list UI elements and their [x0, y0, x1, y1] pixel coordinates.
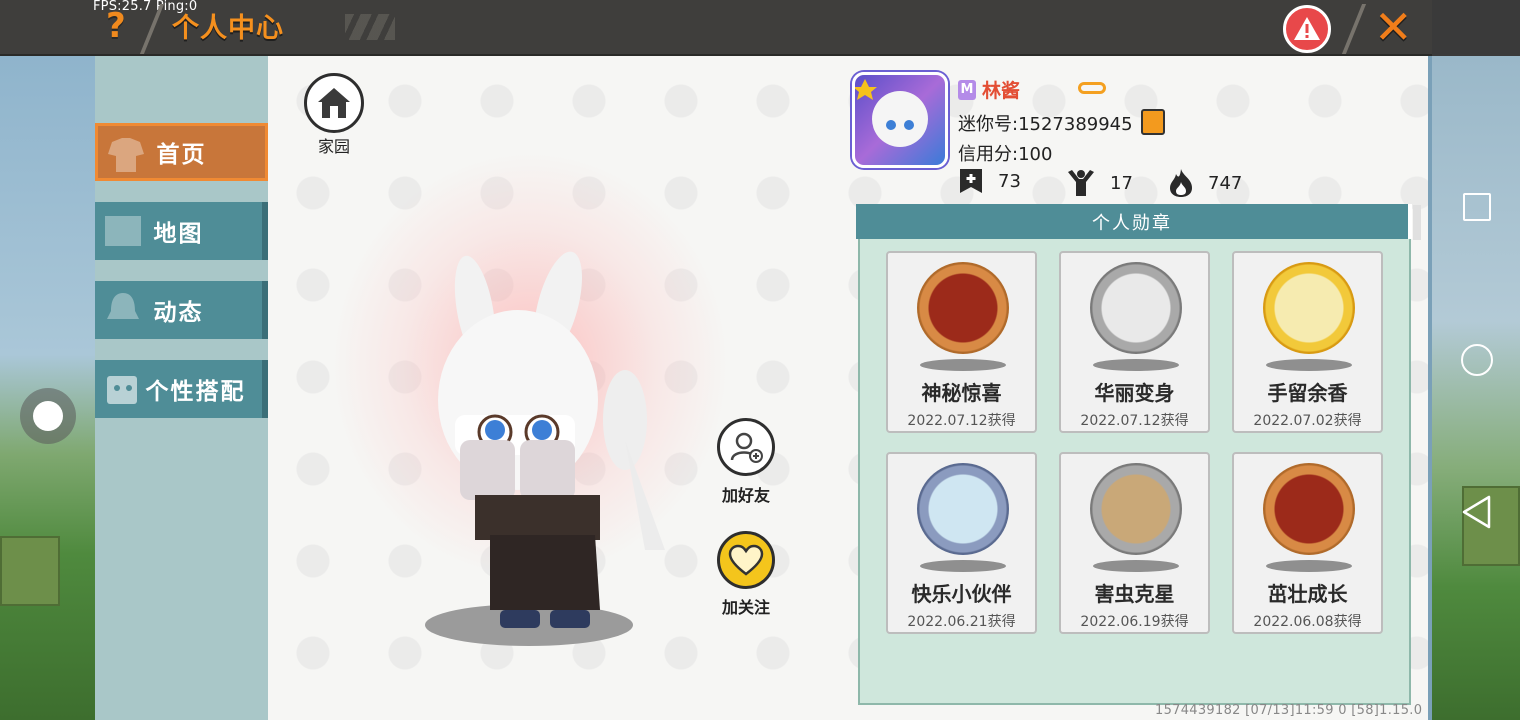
cheer-person-icon	[1068, 170, 1094, 196]
profile-name-row: M 林酱	[958, 76, 1020, 103]
medal-date: 2022.07.02获得	[1253, 413, 1362, 429]
decorative-stripes	[345, 14, 395, 40]
medal-date: 2022.06.21获得	[907, 614, 1016, 630]
top-bar-extension	[1432, 0, 1520, 56]
sidebar-item-label: 首页	[156, 142, 207, 168]
back-nav-button[interactable]	[1461, 495, 1493, 529]
sidebar-item-label: 动态	[153, 300, 204, 326]
medal-pedestal	[1266, 560, 1352, 572]
help-button[interactable]: ?	[106, 6, 126, 46]
medal-card[interactable]: 手留余香 2022.07.02获得	[1232, 251, 1383, 433]
outfit-icon	[107, 376, 137, 404]
homeland-label: 家园	[317, 137, 350, 156]
friends-medal-icon	[917, 463, 1009, 555]
game-scene-right	[1432, 56, 1520, 720]
page-title: 个人中心	[172, 13, 284, 44]
add-person-icon	[730, 432, 763, 463]
sidebar-item-home[interactable]: 首页	[95, 123, 268, 181]
stat-value: 73	[998, 170, 1021, 192]
profile-avatar[interactable]	[852, 72, 948, 168]
profile-name: 林酱	[982, 80, 1021, 102]
bookmark-plus-icon	[960, 169, 982, 193]
scrollbar[interactable]	[1413, 205, 1421, 240]
medal-pedestal	[920, 560, 1006, 572]
map-icon	[105, 216, 141, 246]
medal-card[interactable]: 害虫克星 2022.06.19获得	[1059, 452, 1210, 634]
report-button[interactable]	[1283, 5, 1331, 53]
medal-name: 茁壮成长	[1267, 582, 1348, 606]
follow-button[interactable]	[717, 531, 775, 589]
house-icon	[318, 88, 350, 118]
medal-name: 华丽变身	[1094, 381, 1175, 405]
mask-icon	[1078, 82, 1106, 94]
stat-likes: 17	[1066, 168, 1133, 198]
medal-name: 神秘惊喜	[921, 381, 1002, 405]
copy-id-button[interactable]	[1141, 109, 1165, 135]
sidebar-item-outfit[interactable]: 个性搭配	[95, 360, 268, 418]
warning-icon	[1294, 17, 1320, 40]
follow-label: 加关注	[721, 598, 770, 617]
sidebar-item-label: 地图	[153, 221, 204, 247]
stat-value: 17	[1110, 172, 1133, 194]
stat-value: 747	[1208, 172, 1243, 194]
medal-name: 害虫克星	[1094, 582, 1175, 606]
medal-card[interactable]: 华丽变身 2022.07.12获得	[1059, 251, 1210, 433]
medal-date: 2022.06.08获得	[1253, 614, 1362, 630]
bell-icon	[107, 293, 139, 319]
add-friend-button[interactable]	[717, 418, 775, 476]
medal-panel-title: 个人勋章	[856, 204, 1412, 239]
homeland-button[interactable]	[304, 73, 364, 133]
medal-date: 2022.06.19获得	[1080, 614, 1189, 630]
close-button[interactable]: ✕	[1374, 2, 1413, 52]
sidebar-item-label: 个性搭配	[145, 379, 246, 405]
medal-pedestal	[1093, 560, 1179, 572]
vip-badge-icon: M	[958, 79, 976, 100]
pest-medal-icon	[1090, 463, 1182, 555]
medal-name: 快乐小伙伴	[911, 582, 1012, 606]
medal-card[interactable]: 茁壮成长 2022.06.08获得	[1232, 452, 1383, 634]
recent-apps-button[interactable]	[1463, 193, 1491, 221]
stat-favorites: 73	[958, 168, 1021, 194]
medal-card[interactable]: 快乐小伙伴 2022.06.21获得	[886, 452, 1037, 634]
medal-date: 2022.07.12获得	[907, 413, 1016, 429]
build-info: 1574439182 [07/13]11:59 0 [58]1.15.0	[1155, 703, 1423, 718]
gift-medal-icon	[917, 262, 1009, 354]
add-friend-label: 加好友	[721, 486, 770, 505]
sidebar-item-feed[interactable]: 动态	[95, 281, 268, 339]
joystick-button[interactable]	[20, 388, 76, 444]
fragrance-medal-icon	[1263, 262, 1355, 354]
grass-block	[0, 536, 60, 606]
credit-score: 信用分:100	[958, 144, 1053, 165]
player-avatar[interactable]	[420, 250, 670, 650]
mini-id: 迷你号:1527389945	[958, 114, 1133, 135]
heart-icon	[728, 544, 764, 576]
transform-medal-icon	[1090, 262, 1182, 354]
medal-pedestal	[920, 359, 1006, 371]
medal-pedestal	[1093, 359, 1179, 371]
growth-medal-icon	[1263, 463, 1355, 555]
medal-card[interactable]: 神秘惊喜 2022.07.12获得	[886, 251, 1037, 433]
medal-pedestal	[1266, 359, 1352, 371]
avatar-portrait	[853, 79, 928, 147]
shirt-icon	[108, 138, 144, 172]
sidebar-item-map[interactable]: 地图	[95, 202, 268, 260]
home-nav-button[interactable]	[1461, 344, 1493, 376]
stat-popularity: 747	[1168, 168, 1242, 198]
flame-icon	[1170, 169, 1192, 197]
medal-date: 2022.07.12获得	[1080, 413, 1189, 429]
medal-name: 手留余香	[1267, 381, 1348, 405]
